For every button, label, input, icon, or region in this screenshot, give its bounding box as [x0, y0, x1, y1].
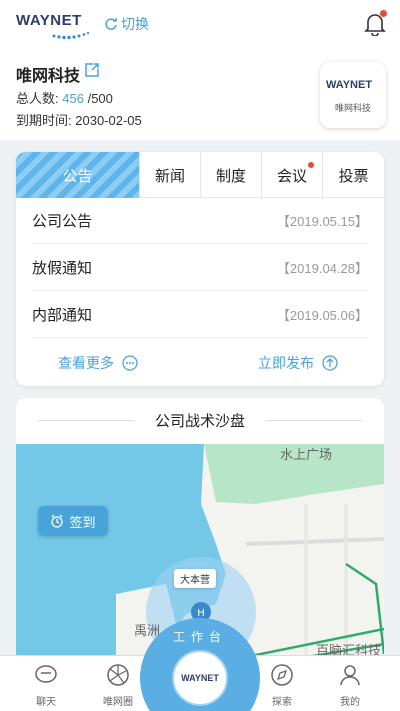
switch-label: 切换: [121, 16, 149, 32]
view-more-button[interactable]: 查看更多: [58, 353, 138, 373]
aperture-icon: [107, 664, 129, 686]
list-item[interactable]: 内部通知 【2019.05.06】: [32, 292, 368, 338]
tab-label: 制度: [215, 167, 246, 185]
tab-label: 投票: [338, 167, 369, 185]
workbench-logo[interactable]: WAYNET: [172, 650, 228, 706]
user-icon: [340, 665, 360, 686]
nav-explore[interactable]: 探索: [254, 662, 310, 708]
nav-label: 探索: [272, 697, 292, 708]
alarm-clock-icon: [51, 514, 64, 528]
view-more-label: 查看更多: [58, 355, 114, 371]
checkin-button[interactable]: 签到: [38, 506, 108, 536]
members-count: 456: [62, 91, 84, 106]
tab-label: 公告: [62, 167, 93, 185]
map-label-camp: 大本营: [174, 569, 216, 588]
edit-icon[interactable]: [84, 62, 100, 78]
waynet-logo: WAYNET: [16, 12, 82, 29]
member-count: 总人数: 456 /500: [16, 88, 113, 107]
title-divider: [266, 420, 362, 421]
company-name: 唯网科技: [16, 68, 81, 85]
members-total: /500: [87, 91, 113, 106]
item-date: 【2019.05.06】: [276, 308, 368, 323]
upload-arrow-icon: [322, 355, 338, 371]
list-item[interactable]: 公司公告 【2019.05.15】: [32, 198, 368, 244]
checkin-label: 签到: [69, 514, 96, 530]
nav-moments[interactable]: 唯网圈: [90, 662, 146, 708]
expiry-info: 到期时间: 2030-02-05: [16, 110, 142, 129]
nav-label: 我的: [340, 697, 360, 708]
list-item[interactable]: 放假通知 【2019.04.28】: [32, 245, 368, 291]
notice-tabs: 公告 新闻 制度 会议 投票: [16, 152, 384, 198]
notice-card: 公告 新闻 制度 会议 投票 公司公告 【2019.05.15】 放假通知 【2…: [16, 152, 384, 386]
refresh-icon: [105, 18, 117, 30]
nav-label: 唯网圈: [103, 697, 133, 708]
tab-label: 新闻: [154, 167, 185, 185]
members-label: 总人数:: [16, 91, 59, 106]
tab-alert-dot: [308, 162, 314, 168]
tab-news[interactable]: 新闻: [140, 152, 201, 198]
company-logo-badge[interactable]: WAYNET 唯网科技: [320, 62, 386, 128]
publish-button[interactable]: 立即发布: [258, 353, 338, 373]
item-title: 内部通知: [32, 307, 93, 324]
badge-logo: WAYNET: [326, 79, 373, 91]
item-date: 【2019.05.15】: [276, 214, 368, 229]
notification-dot: [380, 10, 387, 17]
nav-label: 聊天: [36, 697, 56, 708]
switch-company-button[interactable]: 切换: [104, 14, 149, 34]
publish-label: 立即发布: [258, 355, 314, 371]
tab-label: 会议: [276, 167, 307, 185]
badge-name: 唯网科技: [334, 103, 371, 113]
tab-vote[interactable]: 投票: [323, 152, 384, 198]
item-date: 【2019.04.28】: [276, 261, 368, 276]
more-dots-icon: [122, 355, 138, 371]
expiry-label: 到期时间:: [16, 113, 72, 128]
nav-mine[interactable]: 我的: [322, 662, 378, 708]
logo-swoosh-icon: [52, 31, 90, 40]
tab-meeting[interactable]: 会议: [262, 152, 323, 198]
workbench-label: 工作台: [172, 630, 227, 644]
nav-chat[interactable]: 聊天: [18, 662, 74, 708]
map-label-plaza: 水上广场: [280, 447, 333, 462]
tab-announcement[interactable]: 公告: [16, 152, 140, 198]
explore-icon: [271, 664, 293, 686]
chat-bubble-icon: [35, 665, 57, 683]
company-header: WAYNET 切换 唯网科技 总人数: 456 /500 到期时间: 2030-…: [0, 0, 400, 140]
tab-policy[interactable]: 制度: [201, 152, 262, 198]
item-title: 公司公告: [32, 213, 93, 230]
item-title: 放假通知: [32, 260, 93, 277]
expiry-date: 2030-02-05: [75, 113, 142, 128]
